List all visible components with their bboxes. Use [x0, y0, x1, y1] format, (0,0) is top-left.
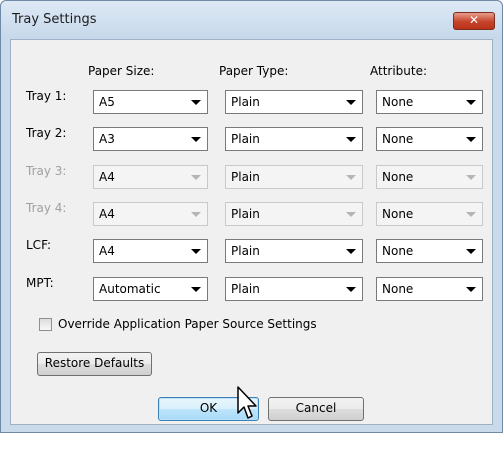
tray-settings-dialog: Tray Settings ✕ Paper Size: Paper Type: …: [0, 0, 503, 433]
paper-size-select[interactable]: Automatic: [93, 277, 208, 301]
selected-value: A3: [99, 132, 115, 146]
paper-size-select[interactable]: A5: [93, 90, 208, 114]
paper-type-select[interactable]: Plain: [225, 127, 363, 151]
paper-type-select[interactable]: Plain: [225, 277, 363, 301]
override-checkbox[interactable]: [39, 318, 52, 331]
attribute-header: Attribute:: [370, 64, 428, 78]
chevron-down-icon: [346, 287, 356, 292]
row-label: Tray 3:: [26, 164, 67, 178]
chevron-down-icon: [466, 175, 476, 180]
close-icon: ✕: [468, 13, 480, 27]
button-label: Cancel: [295, 401, 337, 415]
chevron-down-icon: [346, 175, 356, 180]
selected-value: Plain: [231, 132, 260, 146]
row-label: Tray 4:: [26, 201, 67, 215]
chevron-down-icon: [191, 287, 201, 292]
selected-value: A4: [99, 170, 115, 184]
chevron-down-icon: [191, 175, 201, 180]
override-checkbox-label[interactable]: Override Application Paper Source Settin…: [58, 317, 317, 331]
title-bar: Tray Settings ✕: [1, 1, 502, 39]
selected-value: None: [382, 207, 414, 221]
selected-value: Plain: [231, 95, 260, 109]
chevron-down-icon: [466, 287, 476, 292]
selected-value: Plain: [231, 244, 260, 258]
paper-type-header: Paper Type:: [219, 64, 289, 78]
chevron-down-icon: [346, 100, 356, 105]
paper-type-select: Plain: [225, 165, 363, 189]
attribute-select[interactable]: None: [376, 90, 483, 114]
cancel-button[interactable]: Cancel: [268, 397, 364, 421]
selected-value: None: [382, 282, 414, 296]
dialog-body: Paper Size: Paper Type: Attribute: Tray …: [10, 39, 493, 425]
attribute-select[interactable]: None: [376, 239, 483, 263]
selected-value: None: [382, 170, 414, 184]
row-label: Tray 1:: [26, 89, 67, 103]
selected-value: None: [382, 132, 414, 146]
restore-defaults-button[interactable]: Restore Defaults: [37, 352, 152, 376]
attribute-select[interactable]: None: [376, 127, 483, 151]
button-label: Restore Defaults: [44, 356, 145, 370]
paper-size-select[interactable]: A4: [93, 239, 208, 263]
paper-type-select[interactable]: Plain: [225, 239, 363, 263]
paper-type-select[interactable]: Plain: [225, 90, 363, 114]
paper-size-select: A4: [93, 202, 208, 226]
attribute-select: None: [376, 165, 483, 189]
selected-value: Plain: [231, 207, 260, 221]
chevron-down-icon: [191, 137, 201, 142]
chevron-down-icon: [191, 249, 201, 254]
selected-value: Automatic: [99, 282, 161, 296]
selected-value: A5: [99, 95, 115, 109]
chevron-down-icon: [466, 137, 476, 142]
selected-value: A4: [99, 244, 115, 258]
chevron-down-icon: [466, 249, 476, 254]
selected-value: None: [382, 95, 414, 109]
paper-size-select[interactable]: A3: [93, 127, 208, 151]
selected-value: A4: [99, 207, 115, 221]
paper-size-select: A4: [93, 165, 208, 189]
chevron-down-icon: [466, 100, 476, 105]
mouse-pointer-icon: [237, 386, 257, 419]
row-label: MPT:: [26, 276, 54, 290]
button-label: OK: [199, 401, 218, 415]
paper-size-header: Paper Size:: [88, 64, 155, 78]
chevron-down-icon: [346, 137, 356, 142]
selected-value: Plain: [231, 282, 260, 296]
paper-type-select: Plain: [225, 202, 363, 226]
attribute-select: None: [376, 202, 483, 226]
chevron-down-icon: [466, 212, 476, 217]
chevron-down-icon: [346, 212, 356, 217]
selected-value: None: [382, 244, 414, 258]
row-label: Tray 2:: [26, 126, 67, 140]
dialog-title: Tray Settings: [12, 12, 97, 27]
close-button[interactable]: ✕: [453, 12, 495, 30]
chevron-down-icon: [346, 249, 356, 254]
selected-value: Plain: [231, 170, 260, 184]
chevron-down-icon: [191, 212, 201, 217]
row-label: LCF:: [26, 238, 52, 252]
attribute-select[interactable]: None: [376, 277, 483, 301]
chevron-down-icon: [191, 100, 201, 105]
